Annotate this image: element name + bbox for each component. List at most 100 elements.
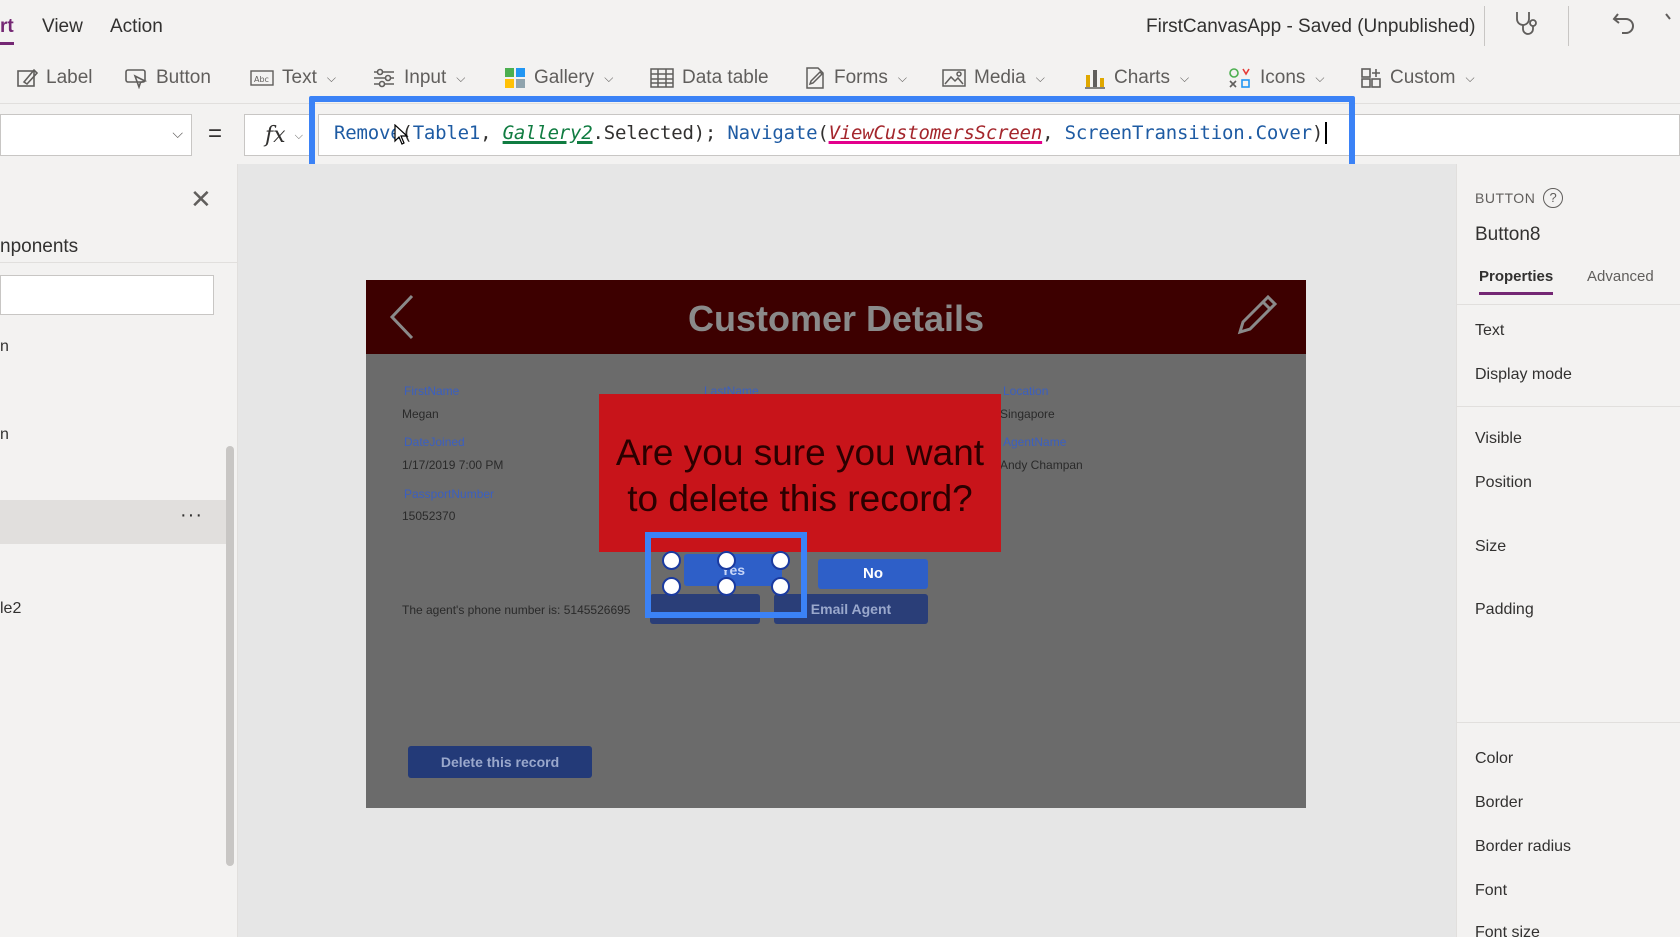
chevron-down-icon: ⌵ xyxy=(294,130,303,142)
tree-search-input[interactable] xyxy=(0,275,214,315)
ribbon-custom-dropdown[interactable]: Custom ⌵ xyxy=(1360,62,1475,94)
equals-sign: = xyxy=(208,120,223,147)
prop-font-size[interactable]: Font size xyxy=(1475,924,1540,937)
resize-handle[interactable] xyxy=(771,577,790,596)
chevron-down-icon: ⌵ xyxy=(456,70,466,85)
screen-title: Customer Details xyxy=(687,298,985,339)
ribbon-charts-label: Charts xyxy=(1114,67,1170,88)
divider xyxy=(1457,304,1680,305)
chevron-down-icon: ⌵ xyxy=(1315,70,1325,85)
prop-border[interactable]: Border xyxy=(1475,794,1523,812)
menu-insert[interactable]: rt xyxy=(0,16,14,45)
text-icon: Abc xyxy=(250,68,274,88)
tree-item[interactable]: n xyxy=(0,426,9,444)
no-button[interactable]: No xyxy=(818,559,928,589)
fx-icon: fx xyxy=(265,123,286,148)
ribbon-icons-label: Icons xyxy=(1260,67,1306,88)
undo-icon[interactable] xyxy=(1610,8,1638,41)
prop-position[interactable]: Position xyxy=(1475,474,1532,492)
resize-handle[interactable] xyxy=(771,551,790,570)
ribbon-gallery-label: Gallery xyxy=(534,67,595,88)
ribbon-text-label: Text xyxy=(282,67,317,88)
ribbon-text-dropdown[interactable]: Abc Text ⌵ xyxy=(250,62,336,94)
menu-view[interactable]: View xyxy=(42,16,83,38)
ribbon-button-button[interactable]: Button xyxy=(124,62,211,94)
control-type: BUTTON ? xyxy=(1475,188,1564,208)
control-type-label: BUTTON xyxy=(1475,190,1536,206)
fx-button[interactable]: fx ⌵ xyxy=(244,114,310,156)
tree-item[interactable]: n xyxy=(0,338,9,356)
tab-properties[interactable]: Properties xyxy=(1479,268,1554,295)
prop-size[interactable]: Size xyxy=(1475,538,1506,556)
delete-confirm-dialog: Are you sure you want to delete this rec… xyxy=(599,394,1001,552)
close-icon[interactable]: ✕ xyxy=(190,184,212,215)
tree-item[interactable]: le2 xyxy=(0,600,21,618)
ribbon-label-text: Label xyxy=(46,67,93,88)
resize-handle[interactable] xyxy=(662,551,681,570)
ribbon-data-table-label: Data table xyxy=(682,67,769,88)
chevron-down-icon: ⌵ xyxy=(326,70,336,85)
chevron-down-icon: ⌵ xyxy=(604,70,614,85)
label-icon xyxy=(16,67,38,89)
components-tab[interactable]: nponents xyxy=(0,236,78,258)
help-icon[interactable]: ? xyxy=(1543,188,1564,208)
svg-text:Abc: Abc xyxy=(254,75,269,84)
location-label: Location xyxy=(1003,384,1049,398)
chevron-down-icon: ⌵ xyxy=(897,70,907,85)
ribbon-input-dropdown[interactable]: Input ⌵ xyxy=(372,62,465,94)
ribbon-data-table-button[interactable]: Data table xyxy=(650,62,769,94)
formula-highlight-box xyxy=(309,96,1355,172)
ribbon-button-text: Button xyxy=(156,67,211,88)
datejoined-label: DateJoined xyxy=(404,435,465,449)
prop-visible[interactable]: Visible xyxy=(1475,430,1522,448)
menu-action[interactable]: Action xyxy=(110,16,163,38)
prop-padding[interactable]: Padding xyxy=(1475,601,1534,619)
button-icon xyxy=(124,67,148,89)
ribbon-gallery-dropdown[interactable]: Gallery ⌵ xyxy=(504,62,613,94)
redo-icon[interactable] xyxy=(1662,8,1680,41)
prop-color[interactable]: Color xyxy=(1475,750,1513,768)
agentname-label: AgentName xyxy=(1003,435,1067,449)
icons-icon xyxy=(1228,67,1252,89)
stethoscope-icon[interactable] xyxy=(1510,8,1540,43)
passport-label: PassportNumber xyxy=(404,487,495,501)
prop-border-radius[interactable]: Border radius xyxy=(1475,838,1571,856)
divider xyxy=(1568,6,1569,46)
agentname-value: Andy Champan xyxy=(1000,458,1083,472)
scrollbar[interactable] xyxy=(226,446,234,866)
resize-handle[interactable] xyxy=(662,577,681,596)
selection-highlight-box xyxy=(645,532,807,618)
customer-details-screen: Customer Details FirstName Megan LastNam… xyxy=(366,280,1306,808)
location-value: Singapore xyxy=(1000,407,1055,421)
more-options-icon[interactable]: ··· xyxy=(180,504,203,527)
firstname-label: FirstName xyxy=(404,384,460,398)
tab-advanced[interactable]: Advanced xyxy=(1587,268,1654,285)
ribbon-forms-label: Forms xyxy=(834,67,888,88)
chevron-down-icon: ⌵ xyxy=(1179,70,1190,85)
divider xyxy=(1457,722,1680,723)
custom-icon xyxy=(1360,67,1382,89)
delete-record-button[interactable]: Delete this record xyxy=(408,746,592,778)
divider xyxy=(1457,406,1680,407)
chevron-down-icon: ⌵ xyxy=(1035,70,1045,85)
ribbon-custom-label: Custom xyxy=(1390,67,1456,88)
resize-handle[interactable] xyxy=(717,551,736,570)
forms-icon xyxy=(804,67,826,89)
control-name[interactable]: Button8 xyxy=(1475,224,1541,246)
divider xyxy=(1484,6,1485,46)
ribbon-icons-dropdown[interactable]: Icons ⌵ xyxy=(1228,62,1325,94)
edit-pencil-icon[interactable] xyxy=(1234,294,1278,343)
ribbon-media-dropdown[interactable]: Media ⌵ xyxy=(942,62,1045,94)
property-dropdown[interactable]: ⌵ xyxy=(0,114,192,156)
data-table-icon xyxy=(650,67,674,89)
charts-icon xyxy=(1084,67,1106,89)
prop-font[interactable]: Font xyxy=(1475,882,1507,900)
ribbon-forms-dropdown[interactable]: Forms ⌵ xyxy=(804,62,907,94)
media-icon xyxy=(942,67,966,89)
ribbon-label-button[interactable]: Label xyxy=(16,62,93,94)
resize-handle[interactable] xyxy=(717,577,736,596)
chevron-down-icon: ⌵ xyxy=(172,125,183,141)
prop-display-mode[interactable]: Display mode xyxy=(1475,366,1572,384)
prop-text[interactable]: Text xyxy=(1475,322,1504,340)
ribbon-charts-dropdown[interactable]: Charts ⌵ xyxy=(1084,62,1189,94)
